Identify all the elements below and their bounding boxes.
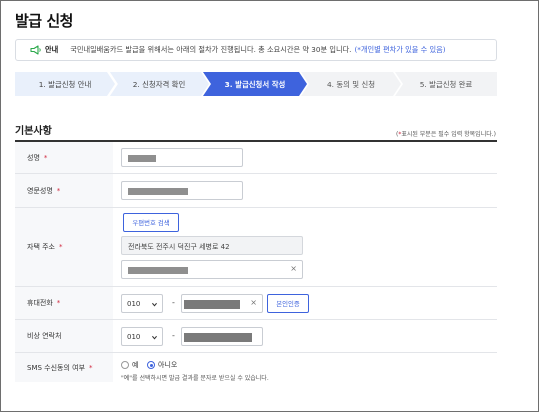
step-3: 3. 발급신청서 작성 [203, 72, 307, 96]
dash-separator: - [172, 331, 175, 340]
name-label: 성명 * [15, 142, 113, 173]
step-4: 4. 동의 및 신청 [301, 72, 401, 96]
masked-value [128, 155, 156, 162]
chevron-down-icon [152, 335, 157, 340]
dash-separator: - [172, 298, 175, 307]
sms-option-no-label: 아니오 [158, 361, 178, 369]
radio-button-selected[interactable] [147, 361, 155, 369]
required-star: * [59, 243, 63, 251]
masked-value [184, 300, 240, 309]
name-field[interactable] [121, 148, 243, 167]
masked-value [128, 267, 188, 274]
basic-info-form: 성명 * 영문성명 * 자택 주소 * 우편번호 검색 전라북도 전주시 덕진구 세병… [15, 140, 497, 382]
mobile-prefix-select[interactable]: 010 [121, 294, 163, 313]
step-1-label: 1. 발급신청 안내 [38, 79, 92, 89]
sms-option-no[interactable]: 아니오 [147, 360, 177, 370]
clear-icon[interactable]: × [290, 264, 297, 273]
row-mobile: 휴대전화 * 010 - × 본인인증 [15, 287, 497, 320]
step-5: 5. 발급신청 완료 [395, 72, 497, 96]
step-1: 1. 발급신청 안내 [15, 72, 115, 96]
sms-help-text: "예"를 선택하시면 발급 결과를 문자로 받으실 수 있습니다. [121, 375, 269, 382]
required-star: * [56, 186, 61, 195]
verify-button[interactable]: 본인인증 [267, 294, 309, 313]
sms-label: SMS 수신동의 여부 * [15, 353, 113, 382]
required-star: * [89, 363, 93, 372]
page-title: 발급 신청 [15, 12, 73, 30]
row-emergency: 비상 연락처 010 - [15, 320, 497, 353]
address-label: 자택 주소 * [15, 208, 113, 286]
mobile-number-field[interactable]: × [181, 294, 263, 313]
eng-name-label: 영문성명 * [15, 174, 113, 207]
row-name: 성명 * [15, 142, 497, 174]
chevron-down-icon [152, 302, 157, 307]
step-2: 2. 신청자격 확인 [109, 72, 209, 96]
page-frame: 발급 신청 안내 국민내일배움카드 발급을 위해서는 아래의 절차가 진행됩니다… [0, 0, 539, 412]
row-address: 자택 주소 * 우편번호 검색 전라북도 전주시 덕진구 세병로 42 × [15, 208, 497, 287]
emergency-number-field[interactable] [181, 327, 263, 346]
masked-value [184, 333, 252, 342]
required-star: * [56, 299, 61, 307]
sms-label-text: SMS 수신동의 여부 [27, 363, 86, 372]
step-progress: 1. 발급신청 안내 2. 신청자격 확인 3. 발급신청서 작성 4. 동의 … [15, 72, 497, 96]
speaker-icon [30, 45, 41, 55]
notice-label: 안내 [45, 45, 59, 54]
mobile-label: 휴대전화 * [15, 287, 113, 319]
emergency-label: 비상 연락처 [15, 320, 113, 352]
mobile-prefix-value: 010 [127, 300, 141, 308]
radio-button[interactable] [121, 361, 129, 369]
required-note-text: 표시된 부분은 필수 입력 항목입니다.) [401, 131, 496, 138]
eng-name-field[interactable] [121, 181, 243, 200]
address-line1-text: 전라북도 전주시 덕진구 세병로 42 [128, 243, 230, 251]
row-eng-name: 영문성명 * [15, 174, 497, 208]
address-line1-field[interactable]: 전라북도 전주시 덕진구 세병로 42 [121, 236, 303, 255]
step-2-label: 2. 신청자격 확인 [132, 79, 186, 89]
required-star: * [43, 153, 48, 162]
sms-option-yes-label: 예 [132, 361, 139, 369]
required-note: (*표시된 부분은 필수 입력 항목입니다.) [396, 129, 496, 138]
notice-text: 국민내일배움카드 발급을 위해서는 아래의 절차가 진행됩니다. 총 소요시간은… [70, 45, 352, 54]
sms-option-yes[interactable]: 예 [121, 360, 138, 370]
eng-name-label-text: 영문성명 [27, 186, 53, 195]
zip-search-button[interactable]: 우편번호 검색 [123, 213, 179, 232]
emergency-label-text: 비상 연락처 [27, 332, 62, 340]
section-title: 기본사항 [15, 126, 52, 137]
step-3-label: 3. 발급신청서 작성 [224, 79, 286, 89]
step-5-label: 5. 발급신청 완료 [419, 79, 473, 89]
emergency-prefix-value: 010 [127, 333, 141, 341]
address-label-text: 자택 주소 [27, 243, 55, 251]
notice-highlight: (*개인별 편차가 있을 수 있음) [354, 45, 446, 54]
row-sms: SMS 수신동의 여부 * 예 아니오 "예"를 선택하시면 발급 결과를 문자로… [15, 353, 497, 382]
notice-box: 안내 국민내일배움카드 발급을 위해서는 아래의 절차가 진행됩니다. 총 소요… [15, 39, 497, 61]
name-label-text: 성명 [27, 153, 40, 162]
masked-value [128, 188, 188, 195]
address-detail-field[interactable]: × [121, 260, 303, 279]
mobile-label-text: 휴대전화 [27, 299, 53, 307]
clear-icon[interactable]: × [250, 298, 257, 307]
emergency-prefix-select[interactable]: 010 [121, 327, 163, 346]
step-4-label: 4. 동의 및 신청 [326, 79, 376, 89]
